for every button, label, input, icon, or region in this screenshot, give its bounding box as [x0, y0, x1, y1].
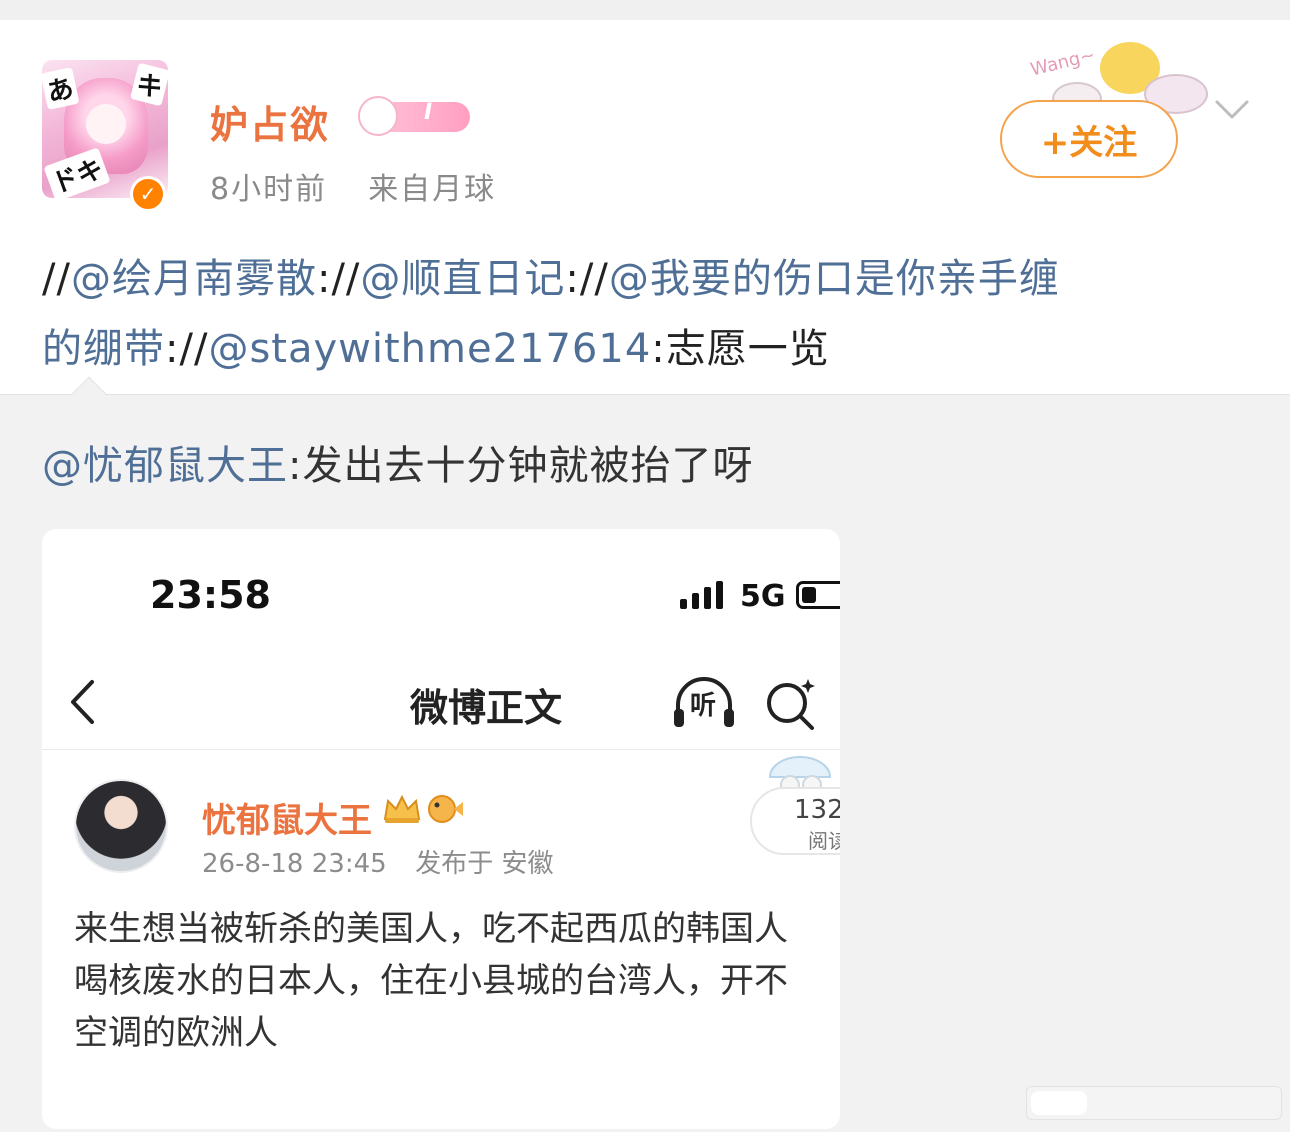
- repost-body: :发出去十分钟就被抬了呀: [288, 443, 754, 489]
- post-time: 8小时前: [210, 172, 328, 207]
- follow-button[interactable]: +关注: [1000, 100, 1178, 178]
- signal-icon: [680, 581, 723, 609]
- post-text-line: 的绷带://@staywithme217614:志愿一览: [42, 314, 1252, 384]
- sticker-text: Wang~: [1028, 44, 1098, 81]
- avatar-face: [86, 104, 126, 144]
- inner-author-name[interactable]: 忧郁鼠大王: [202, 793, 372, 842]
- post-text-segment: :: [565, 256, 580, 302]
- mention-link[interactable]: @我要的伤口是你亲手缠: [609, 256, 1060, 302]
- inner-time: 26-8-18 23:45: [202, 849, 387, 879]
- listen-label: 听: [690, 691, 717, 721]
- image-scroll-indicator[interactable]: [1026, 1086, 1282, 1120]
- nav-divider: [42, 749, 840, 750]
- mention-link[interactable]: @绘月南雾散: [71, 256, 317, 302]
- avatar-tag: ドキ: [43, 147, 111, 198]
- top-strip: [0, 0, 1290, 20]
- post-text-segment: //: [579, 256, 609, 302]
- verified-icon: ✓: [130, 176, 166, 212]
- repost-mention[interactable]: @忧郁鼠大王: [42, 443, 288, 489]
- network-type: 5G: [740, 579, 786, 614]
- mention-link[interactable]: @staywithme217614: [208, 326, 651, 372]
- inner-location: 发布于 安徽: [415, 849, 554, 879]
- mention-link[interactable]: @顺直日记: [360, 256, 565, 302]
- search-icon[interactable]: [764, 677, 818, 731]
- post-text-segment: :志愿一览: [651, 326, 830, 372]
- inner-post-body: 来生想当被斩杀的美国人，吃不起西瓜的韩国人 喝核废水的日本人，住在小县城的台湾人…: [74, 909, 788, 1053]
- post-card: あ キ ドキ ✓ 妒占欲 I 8小时前 来自月球 Wang~ +关注 //@绘月…: [0, 20, 1290, 394]
- mention-link[interactable]: 的绷带: [42, 326, 165, 372]
- post-source: 来自月球: [368, 172, 497, 207]
- read-count: 132: [794, 795, 840, 825]
- battery-icon: [796, 581, 840, 609]
- badge-level: I: [424, 100, 433, 125]
- embedded-screenshot[interactable]: 23:58 5G 微博正文 听 132 阅读 忧郁鼠大王 26-8-18 23:…: [42, 529, 840, 1129]
- post-text-segment: //: [179, 326, 209, 372]
- author-name[interactable]: 妒占欲: [210, 94, 330, 149]
- post-text-segment: :: [165, 326, 180, 372]
- read-count-box: 132 阅读: [750, 787, 840, 855]
- read-label: 阅读: [808, 829, 840, 853]
- author-avatar[interactable]: あ キ ドキ ✓: [34, 60, 174, 212]
- inner-avatar[interactable]: [74, 779, 168, 873]
- badge-face-icon: [358, 96, 398, 136]
- post-text: //@绘月南雾散://@顺直日记://@我要的伤口是你亲手缠 的绷带://@st…: [42, 244, 1252, 384]
- post-text-segment: //: [331, 256, 361, 302]
- chevron-down-icon[interactable]: [1214, 98, 1250, 122]
- repost-section[interactable]: @忧郁鼠大王:发出去十分钟就被抬了呀 23:58 5G 微博正文 听 132 阅…: [0, 376, 1290, 1132]
- post-text-line: //@绘月南雾散://@顺直日记://@我要的伤口是你亲手缠: [42, 244, 1252, 314]
- repost-text: @忧郁鼠大王:发出去十分钟就被抬了呀: [42, 433, 753, 491]
- post-text-segment: //: [42, 256, 71, 302]
- crown-icon: [383, 794, 421, 823]
- inner-meta: 26-8-18 23:45 发布于 安徽: [202, 843, 553, 880]
- avatar-tag: あ: [42, 67, 80, 110]
- post-text-segment: :: [316, 256, 332, 302]
- pufferfish-icon: [428, 795, 463, 823]
- status-time: 23:58: [150, 573, 271, 617]
- post-meta: 8小时前 来自月球: [210, 164, 496, 208]
- avatar-tag: キ: [129, 62, 168, 107]
- member-badge[interactable]: I: [356, 96, 472, 138]
- scroll-thumb[interactable]: [1031, 1091, 1087, 1115]
